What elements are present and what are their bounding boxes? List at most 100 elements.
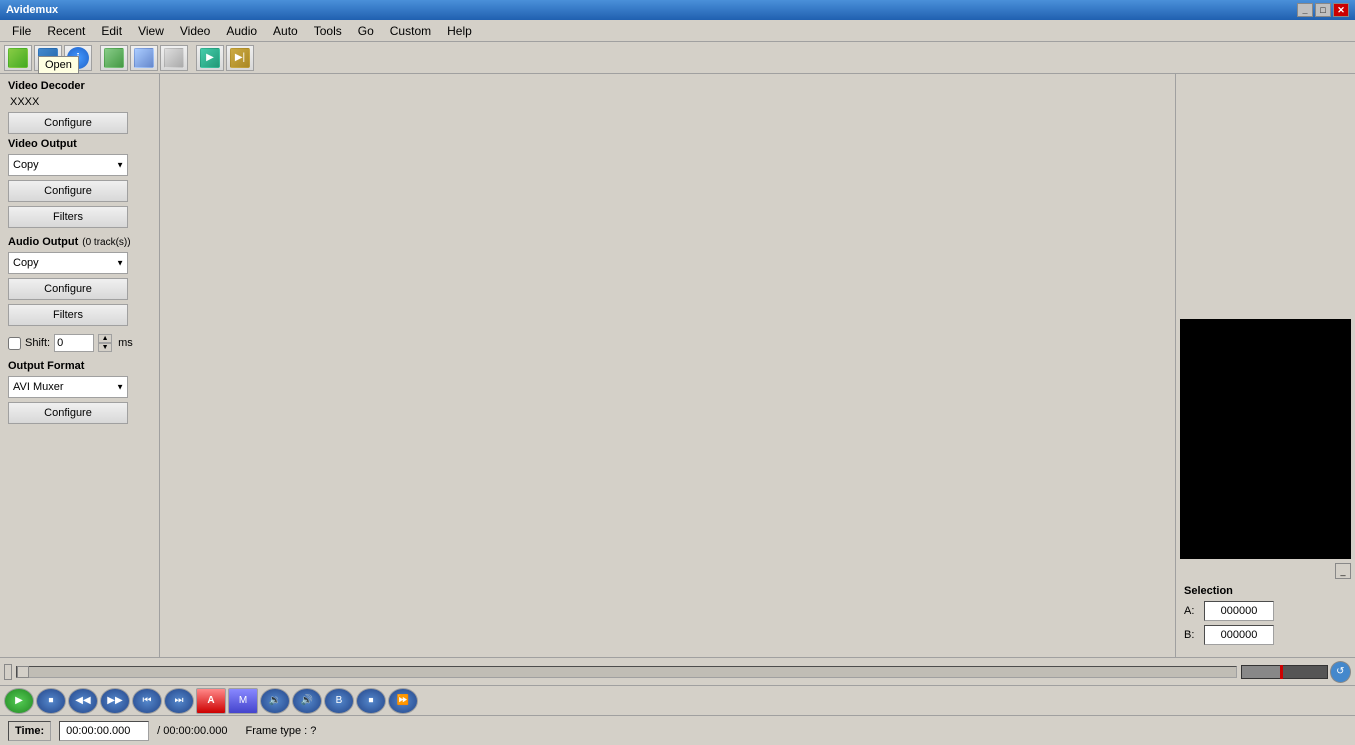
toolbar-open-button[interactable] xyxy=(4,45,32,71)
shift-row: Shift: ▲ ▼ ms xyxy=(8,334,151,352)
shift-spinner: ▲ ▼ xyxy=(98,334,114,352)
left-panel: Video Decoder XXXX Configure Video Outpu… xyxy=(0,74,160,657)
selection-panel: Selection A: B: xyxy=(1180,581,1351,653)
fast-forward-button[interactable]: ⏩ xyxy=(388,688,418,714)
output-format-select[interactable]: AVI Muxer MP4 Muxer MKV Muxer xyxy=(8,376,128,398)
vol-down-button[interactable]: 🔉 xyxy=(260,688,290,714)
shift-label: Shift: xyxy=(25,337,50,349)
close-button[interactable]: ✕ xyxy=(1333,3,1349,17)
audio-filters-button[interactable]: Filters xyxy=(8,304,128,326)
shift-input[interactable] xyxy=(54,334,94,352)
controlbar: ▶ ⏹ ◀◀ ▶▶ ⏮ ⏭ A M 🔉 🔊 B ⏹ ⏩ xyxy=(0,685,1355,715)
copy1-icon xyxy=(104,48,124,68)
volume-indicator xyxy=(1280,665,1283,679)
volume-cycle-button[interactable]: ↺ xyxy=(1330,661,1351,683)
toolbar-props-button[interactable] xyxy=(160,45,188,71)
menu-tools[interactable]: Tools xyxy=(306,22,350,40)
menubar: File Recent Edit View Video Audio Auto T… xyxy=(0,20,1355,42)
shift-checkbox[interactable] xyxy=(8,337,21,350)
menu-custom[interactable]: Custom xyxy=(382,22,439,40)
audio-output-select[interactable]: Copy AAC MP3 AC3 xyxy=(8,252,128,274)
set-b-button[interactable]: B xyxy=(324,688,354,714)
next-key-button[interactable]: ⏭ xyxy=(164,688,194,714)
video-output-configure-button[interactable]: Configure xyxy=(8,180,128,202)
video-output-select[interactable]: Copy xvid4 x264 FFV1 xyxy=(8,154,128,176)
menu-auto[interactable]: Auto xyxy=(265,22,306,40)
time-value: 00:00:00.000 xyxy=(59,721,149,741)
selection-title: Selection xyxy=(1184,585,1347,597)
shift-down-button[interactable]: ▼ xyxy=(98,343,112,352)
next-icon: ▶| xyxy=(230,48,250,68)
mini-btn-wrapper: _ xyxy=(1335,563,1351,579)
end-button[interactable]: ⏹ xyxy=(356,688,386,714)
menu-edit[interactable]: Edit xyxy=(93,22,130,40)
menu-help[interactable]: Help xyxy=(439,22,480,40)
volume-control: ↺ xyxy=(1241,662,1351,682)
time-label: Time: xyxy=(8,721,51,741)
titlebar-title: Avidemux xyxy=(6,4,58,16)
timeline-slider[interactable] xyxy=(16,666,1237,678)
video-filters-button[interactable]: Filters xyxy=(8,206,128,228)
timeline-thumb[interactable] xyxy=(17,666,29,678)
rewind-button[interactable]: ◀◀ xyxy=(68,688,98,714)
frame-type-label: Frame type : ? xyxy=(245,725,316,737)
toolbar-copy1-button[interactable] xyxy=(100,45,128,71)
prev-key-button[interactable]: ⏮ xyxy=(132,688,162,714)
volume-bar xyxy=(1241,665,1328,679)
timeline-left-handle[interactable] xyxy=(4,664,12,680)
toolbar-play-button[interactable]: ▶ xyxy=(196,45,224,71)
statusbar: Time: 00:00:00.000 / 00:00:00.000 Frame … xyxy=(0,715,1355,745)
video-output-label: Video Output xyxy=(8,138,151,150)
maximize-button[interactable]: □ xyxy=(1315,3,1331,17)
selection-b-input[interactable] xyxy=(1204,625,1274,645)
output-format-label: Output Format xyxy=(8,360,151,372)
audio-output-header: Audio Output (0 track(s)) xyxy=(8,236,151,252)
menu-view[interactable]: View xyxy=(130,22,172,40)
menu-recent[interactable]: Recent xyxy=(39,22,93,40)
volume-fill xyxy=(1242,666,1280,678)
menu-audio[interactable]: Audio xyxy=(218,22,265,40)
video-codec-name: XXXX xyxy=(8,96,151,108)
mark-button[interactable]: M xyxy=(228,688,258,714)
ms-label: ms xyxy=(118,337,133,349)
play-icon: ▶ xyxy=(200,48,220,68)
minimize-button[interactable]: _ xyxy=(1297,3,1313,17)
toolbar-tooltip: Open xyxy=(38,56,79,74)
selection-a-label: A: xyxy=(1184,605,1200,617)
titlebar-controls: _ □ ✕ xyxy=(1297,3,1349,17)
set-a-button[interactable]: A xyxy=(196,688,226,714)
video-output-dropdown-wrapper: Copy xvid4 x264 FFV1 xyxy=(8,154,128,176)
right-inner: _ Selection A: B: xyxy=(1180,78,1351,653)
props-icon xyxy=(164,48,184,68)
stop-button[interactable]: ⏹ xyxy=(36,688,66,714)
menu-go[interactable]: Go xyxy=(350,22,382,40)
video-decoder-configure-button[interactable]: Configure xyxy=(8,112,128,134)
right-panel: _ Selection A: B: xyxy=(1175,74,1355,657)
minimize-panel-button[interactable]: _ xyxy=(1335,563,1351,579)
toolbar-copy2-button[interactable] xyxy=(130,45,158,71)
audio-track-info: (0 track(s)) xyxy=(82,237,130,248)
preview-area xyxy=(1180,319,1351,560)
vol-up-button[interactable]: 🔊 xyxy=(292,688,322,714)
audio-output-configure-button[interactable]: Configure xyxy=(8,278,128,300)
selection-a-row: A: xyxy=(1184,601,1347,621)
video-decoder-label: Video Decoder xyxy=(8,80,151,92)
toolbar-next-button[interactable]: ▶| xyxy=(226,45,254,71)
menu-file[interactable]: File xyxy=(4,22,39,40)
copy2-icon xyxy=(134,48,154,68)
duration-value: / 00:00:00.000 xyxy=(157,725,227,737)
menu-video[interactable]: Video xyxy=(172,22,218,40)
timeline: ↺ xyxy=(0,657,1355,685)
selection-b-row: B: xyxy=(1184,625,1347,645)
frame-type-label-text: Frame type : xyxy=(245,725,307,737)
titlebar: Avidemux _ □ ✕ xyxy=(0,0,1355,20)
toolbar: i ▶ ▶| Open xyxy=(0,42,1355,74)
play-button[interactable]: ▶ xyxy=(4,688,34,714)
selection-a-input[interactable] xyxy=(1204,601,1274,621)
output-format-configure-button[interactable]: Configure xyxy=(8,402,128,424)
shift-up-button[interactable]: ▲ xyxy=(98,334,112,343)
audio-output-dropdown-wrapper: Copy AAC MP3 AC3 xyxy=(8,252,128,274)
step-forward-button[interactable]: ▶▶ xyxy=(100,688,130,714)
audio-output-label: Audio Output xyxy=(8,236,78,248)
center-area xyxy=(160,74,1175,657)
